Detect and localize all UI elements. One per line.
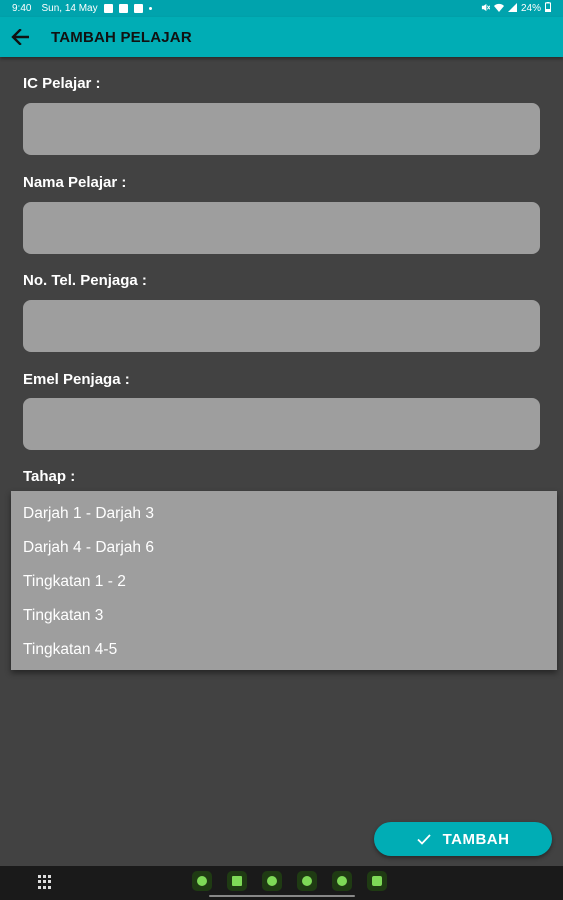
tambah-button[interactable]: TAMBAH	[374, 822, 552, 856]
app-dock	[192, 871, 387, 891]
email-input[interactable]	[23, 398, 540, 450]
dropdown-option[interactable]: Tingkatan 1 - 2	[11, 565, 557, 599]
mute-icon	[481, 3, 491, 15]
app-drawer-icon[interactable]	[38, 875, 52, 889]
ic-label: IC Pelajar :	[23, 75, 101, 92]
dropdown-option[interactable]: Tingkatan 3	[11, 599, 557, 633]
name-input[interactable]	[23, 202, 540, 254]
navigation-bar	[0, 866, 563, 900]
dropdown-option[interactable]: Darjah 4 - Darjah 6	[11, 531, 557, 565]
arrow-left-icon	[11, 29, 29, 45]
browser-app-icon[interactable]	[192, 871, 212, 891]
wifi-icon	[493, 3, 504, 15]
phone-input[interactable]	[23, 300, 540, 352]
status-time: 9:40	[12, 3, 32, 14]
contacts-app-icon[interactable]	[332, 871, 352, 891]
signal-icon	[507, 2, 517, 15]
tahap-dropdown-menu: Darjah 1 - Darjah 3 Darjah 4 - Darjah 6 …	[11, 491, 557, 670]
app-notification-icon	[133, 4, 143, 13]
status-bar: 9:40 Sun, 14 May 24%	[0, 0, 563, 17]
tambah-button-label: TAMBAH	[442, 830, 510, 848]
home-indicator[interactable]	[209, 895, 355, 897]
dropdown-option[interactable]: Tingkatan 4-5	[11, 633, 557, 667]
battery-level: 24%	[520, 3, 541, 14]
dropdown-option[interactable]: Darjah 1 - Darjah 3	[11, 497, 557, 531]
messages-app-icon[interactable]	[297, 871, 317, 891]
photo-notification-icon	[118, 4, 128, 13]
status-date: Sun, 14 May	[41, 3, 98, 14]
files-app-icon[interactable]	[227, 871, 247, 891]
page-title: TAMBAH PELAJAR	[51, 28, 192, 46]
video-app-icon[interactable]	[367, 871, 387, 891]
phone-label: No. Tel. Penjaga :	[23, 272, 147, 289]
phone-app-icon[interactable]	[262, 871, 282, 891]
gallery-notification-icon	[103, 4, 113, 13]
check-icon	[416, 833, 431, 845]
email-label: Emel Penjaga :	[23, 371, 130, 388]
app-bar: TAMBAH PELAJAR	[0, 17, 563, 57]
back-button[interactable]	[0, 17, 40, 57]
more-notifications-icon	[148, 7, 152, 10]
name-label: Nama Pelajar :	[23, 174, 127, 191]
battery-icon	[545, 2, 551, 15]
ic-input[interactable]	[23, 103, 540, 155]
tahap-label: Tahap :	[23, 468, 76, 485]
